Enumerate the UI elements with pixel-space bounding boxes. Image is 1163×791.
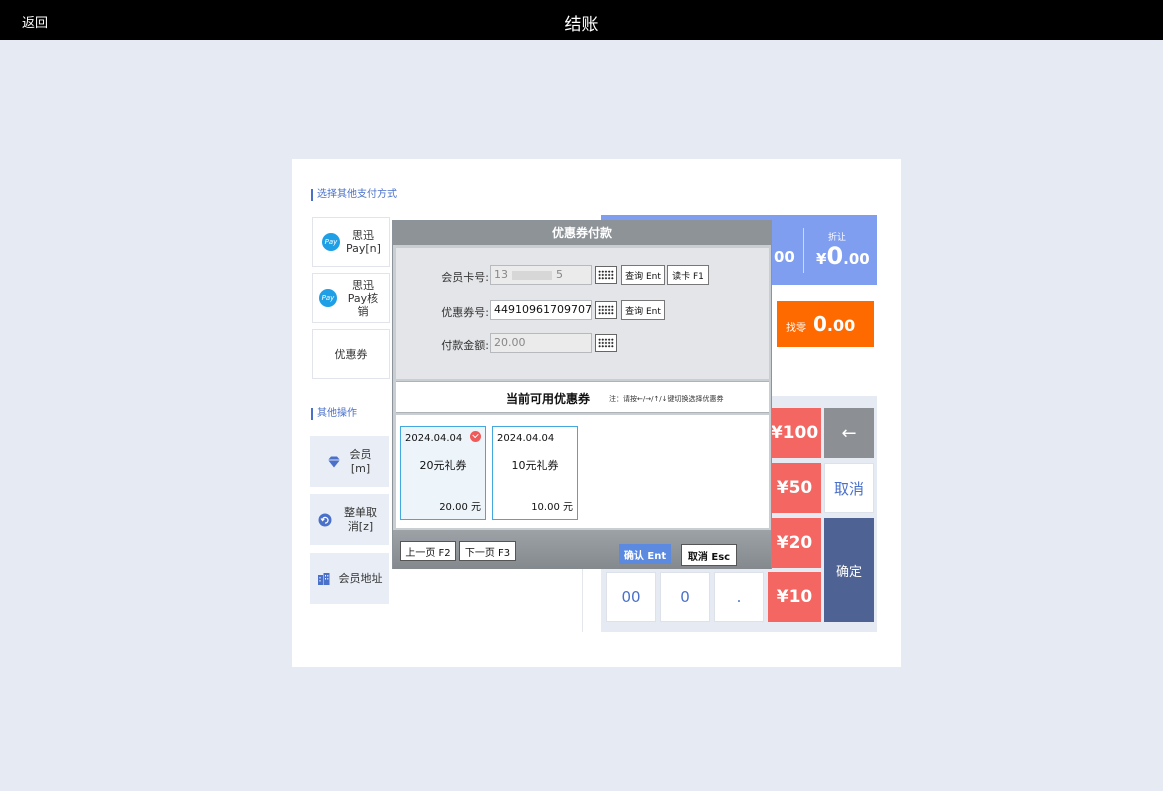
key-20[interactable]: ¥20 xyxy=(768,518,821,568)
confirm-key[interactable]: 确定 xyxy=(824,518,874,622)
keyboard-icon[interactable] xyxy=(595,266,617,284)
cancel-order-label: 整单取消[z] xyxy=(344,505,377,533)
coupon-card[interactable]: 2024.04.04 20元礼券 20.00 元 xyxy=(400,426,486,520)
sixun-pay-verify-label: 思迅Pay核销 xyxy=(347,278,379,318)
key-50[interactable]: ¥50 xyxy=(768,463,821,513)
member-button[interactable]: 会员[m] xyxy=(310,436,389,487)
coupon-list: 2024.04.04 20元礼券 20.00 元 2024.04.04 10元礼… xyxy=(396,415,769,528)
next-page-button[interactable]: 下一页 F3 xyxy=(459,541,516,561)
sixun-pay-button[interactable]: Pay 思迅Pay[n] xyxy=(312,217,390,267)
available-coupons-header: 当前可用优惠券 注：请按←/→/↑/↓键切换选择优惠券 xyxy=(396,381,769,413)
key-dot[interactable]: . xyxy=(714,572,764,622)
key-100[interactable]: ¥100 xyxy=(768,408,821,458)
pay-amount-input[interactable]: 20.00 xyxy=(490,333,592,353)
coupon-date: 2024.04.04 xyxy=(497,433,555,444)
dialog-title: 优惠券付款 xyxy=(393,221,771,245)
coupon-name: 20元礼券 xyxy=(419,459,467,472)
change-value: 0.00 xyxy=(813,312,856,336)
coupon-button[interactable]: 优惠券 xyxy=(312,329,390,379)
member-label: 会员[m] xyxy=(349,447,372,475)
keyboard-icon[interactable] xyxy=(595,334,617,352)
sixun-pay-label: 思迅Pay[n] xyxy=(346,229,381,255)
coupon-card[interactable]: 2024.04.04 10元礼券 10.00 元 xyxy=(492,426,578,520)
diamond-icon xyxy=(327,456,340,467)
amount-value-fragment: 00 xyxy=(774,248,795,266)
coupon-name: 10元礼券 xyxy=(511,459,559,472)
key-0[interactable]: 0 xyxy=(660,572,710,622)
payment-section-title: 选择其他支付方式 xyxy=(311,189,397,201)
undo-icon xyxy=(318,513,331,526)
prev-page-button[interactable]: 上一页 F2 xyxy=(400,541,456,561)
member-address-button[interactable]: 会员地址 xyxy=(310,553,389,604)
cancel-order-button[interactable]: 整单取消[z] xyxy=(310,494,389,545)
pay-icon: Pay xyxy=(322,233,340,251)
coupon-no-label: 优惠券号: xyxy=(441,306,489,319)
available-coupons-title: 当前可用优惠券 xyxy=(506,392,591,406)
pay-amount-label: 付款金额: xyxy=(441,339,489,352)
member-query-button[interactable]: 查询 Ent xyxy=(621,265,665,285)
dialog-footer: 上一页 F2 下一页 F3 确认 Ent 取消 Esc xyxy=(393,530,771,569)
coupon-query-button[interactable]: 查询 Ent xyxy=(621,300,665,320)
summary-divider xyxy=(803,228,804,273)
building-icon xyxy=(317,572,329,585)
cancel-button[interactable]: 取消 Esc xyxy=(681,544,737,566)
coupon-amount: 10.00 元 xyxy=(531,502,573,513)
member-card-input[interactable]: 13 5 xyxy=(490,265,592,285)
coupon-date: 2024.04.04 xyxy=(405,433,463,444)
coupon-form: 会员卡号: 13 5 查询 Ent 读卡 F1 优惠券号: 44910961709… xyxy=(396,248,769,379)
change-label: 找零 xyxy=(786,323,806,334)
discount-value: ¥0.00 xyxy=(816,242,870,270)
coupon-payment-dialog: 优惠券付款 会员卡号: 13 5 查询 Ent 读卡 F1 优惠券号: 44910… xyxy=(392,220,772,569)
keyboard-icon[interactable] xyxy=(595,301,617,319)
backspace-key[interactable]: ← xyxy=(824,408,874,458)
check-icon xyxy=(470,431,481,442)
confirm-button[interactable]: 确认 Ent xyxy=(619,544,671,564)
other-ops-section-title: 其他操作 xyxy=(311,408,357,420)
member-card-label: 会员卡号: xyxy=(441,271,489,284)
coupon-no-input[interactable]: 449109617097074442 xyxy=(490,300,592,320)
key-10[interactable]: ¥10 xyxy=(768,572,821,622)
member-address-label: 会员地址 xyxy=(338,571,383,585)
key-00[interactable]: 00 xyxy=(606,572,656,622)
coupon-label: 优惠券 xyxy=(334,347,368,361)
pay-icon: Pay xyxy=(319,289,337,307)
available-coupons-note: 注：请按←/→/↑/↓键切换选择优惠券 xyxy=(609,395,724,403)
top-bar: 返回 结账 xyxy=(0,0,1163,40)
page-title: 结账 xyxy=(564,15,599,35)
coupon-amount: 20.00 元 xyxy=(439,502,481,513)
read-card-button[interactable]: 读卡 F1 xyxy=(667,265,709,285)
sixun-pay-verify-button[interactable]: Pay 思迅Pay核销 xyxy=(312,273,390,323)
cancel-key[interactable]: 取消 xyxy=(824,463,874,513)
